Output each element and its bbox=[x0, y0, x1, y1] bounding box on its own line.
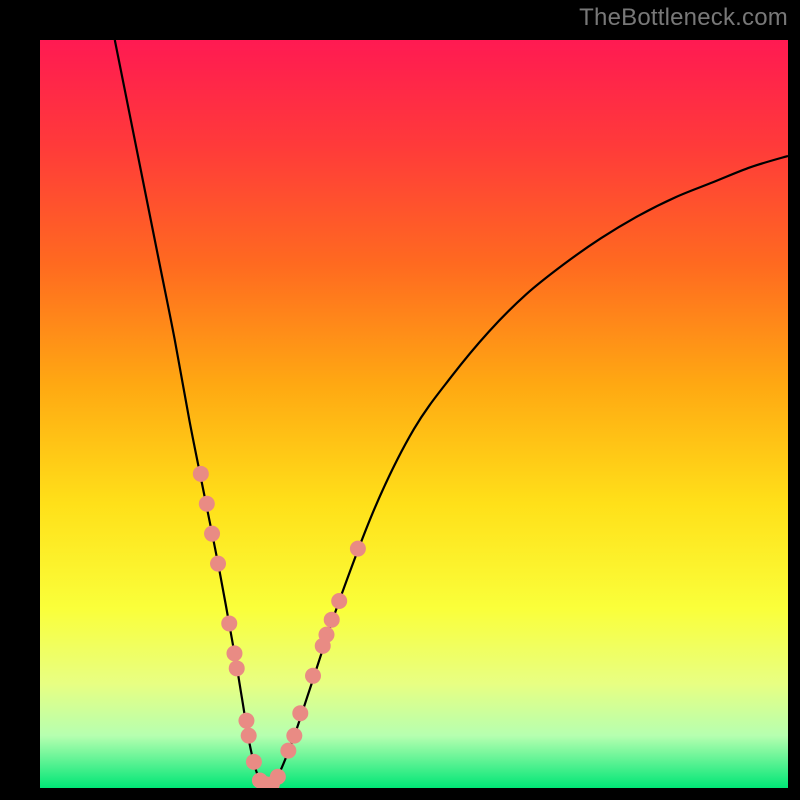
highlight-dot bbox=[229, 660, 245, 676]
gradient-background bbox=[40, 40, 788, 788]
highlight-dot bbox=[204, 526, 220, 542]
highlight-dot bbox=[246, 754, 262, 770]
chart-frame: TheBottleneck.com bbox=[0, 0, 800, 800]
highlight-dot bbox=[292, 705, 308, 721]
highlight-dot bbox=[238, 713, 254, 729]
highlight-dot bbox=[199, 496, 215, 512]
highlight-dot bbox=[350, 541, 366, 557]
highlight-dot bbox=[270, 769, 286, 785]
watermark-text: TheBottleneck.com bbox=[579, 4, 788, 32]
highlight-dot bbox=[331, 593, 347, 609]
highlight-dot bbox=[286, 728, 302, 744]
highlight-dot bbox=[318, 627, 334, 643]
highlight-dot bbox=[280, 743, 296, 759]
highlight-dot bbox=[221, 615, 237, 631]
highlight-dot bbox=[305, 668, 321, 684]
highlight-dot bbox=[324, 612, 340, 628]
bottleneck-chart bbox=[40, 40, 788, 788]
highlight-dot bbox=[226, 645, 242, 661]
highlight-dot bbox=[241, 728, 257, 744]
highlight-dot bbox=[193, 466, 209, 482]
plot-area bbox=[40, 40, 788, 788]
highlight-dot bbox=[210, 556, 226, 572]
